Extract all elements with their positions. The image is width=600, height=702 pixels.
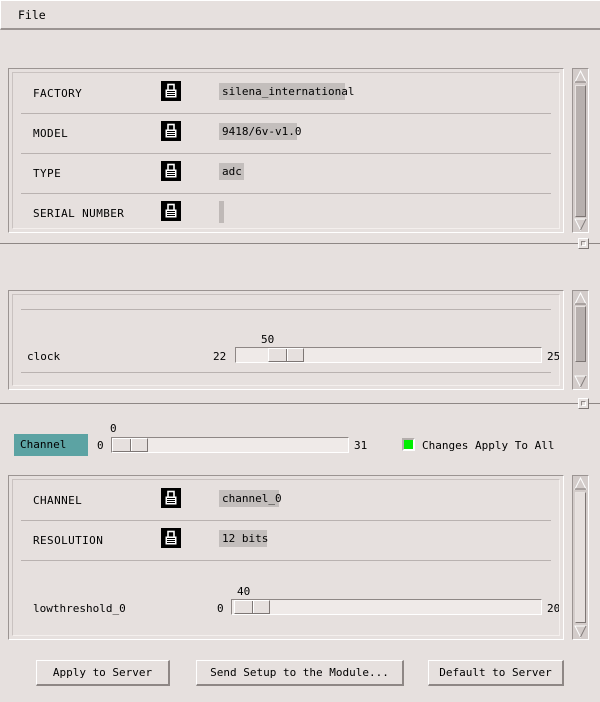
property-label-model: MODEL: [33, 127, 69, 140]
slider-thumb-grip: [286, 349, 288, 361]
lock-icon[interactable]: [161, 528, 181, 548]
property-row-serial-number: SERIAL NUMBER: [21, 193, 551, 228]
channel-detail-panel-inner: CHANNEL channel_0 RESOLUTION 12 bits low…: [12, 479, 560, 636]
scroll-down-arrow[interactable]: [574, 218, 587, 232]
lock-icon[interactable]: [161, 121, 181, 141]
channel-slider-max: 31: [354, 439, 368, 452]
clock-slider-min: 22: [213, 350, 227, 363]
lowthreshold-0-slider-label: lowthreshold_0: [33, 602, 126, 615]
clock-slider-thumb[interactable]: [268, 348, 304, 362]
pane-sash-line: [0, 403, 600, 404]
lowthreshold-0-slider-value: 40: [237, 585, 251, 598]
clock-slider-label: clock: [27, 350, 61, 363]
clock-slider-value: 50: [261, 333, 275, 346]
property-row-factory: FACTORY silena_international: [21, 73, 551, 113]
lock-icon[interactable]: [161, 161, 181, 181]
clock-slider-trough[interactable]: [235, 347, 542, 363]
module-info-scrollbar[interactable]: [572, 68, 589, 233]
scroll-up-arrow[interactable]: [574, 69, 587, 83]
property-value-factory[interactable]: silena_international: [219, 83, 354, 100]
scroll-up-arrow[interactable]: [574, 291, 587, 305]
channel-slider-trough[interactable]: [111, 437, 349, 453]
lock-icon[interactable]: [161, 201, 181, 221]
menu-bar: File: [0, 0, 600, 30]
lowthreshold-0-slider-trough[interactable]: [231, 599, 542, 615]
module-info-panel: FACTORY silena_international MODEL 9418/…: [8, 68, 564, 233]
property-value-type[interactable]: adc: [219, 163, 244, 180]
property-value-model[interactable]: 9418/6v-v1.0: [219, 123, 301, 140]
property-row-lowthreshold-0: lowthreshold_0 40 0 2047: [21, 560, 559, 630]
channel-slider-thumb[interactable]: [112, 438, 148, 452]
slider-thumb-grip: [252, 601, 254, 613]
scroll-down-arrow[interactable]: [574, 375, 587, 389]
pane-sash-grip[interactable]: [578, 238, 589, 249]
scroll-up-arrow[interactable]: [574, 476, 587, 490]
scrollbar-thumb[interactable]: [575, 492, 586, 623]
property-row-channel: CHANNEL channel_0: [21, 480, 551, 520]
channel-slider-min: 0: [97, 439, 104, 452]
module-info-panel-inner: FACTORY silena_international MODEL 9418/…: [12, 72, 560, 229]
scrollbar-thumb[interactable]: [575, 85, 586, 217]
property-value-resolution[interactable]: 12 bits: [219, 530, 268, 547]
row-divider: [21, 113, 551, 114]
row-divider: [21, 372, 551, 373]
channel-detail-panel: CHANNEL channel_0 RESOLUTION 12 bits low…: [8, 475, 564, 640]
property-label-factory: FACTORY: [33, 87, 83, 100]
clock-scrollbar[interactable]: [572, 290, 589, 390]
clock-panel-inner: clock 50 22 255: [12, 294, 560, 386]
property-label-type: TYPE: [33, 167, 62, 180]
pane-sash-grip[interactable]: [578, 398, 589, 409]
lowthreshold-0-slider-min: 0: [217, 602, 224, 615]
apply-to-server-button[interactable]: Apply to Server: [36, 660, 170, 686]
channel-selector-bar: Channel 0 0 31 Changes Apply To All: [0, 412, 600, 460]
send-setup-to-module-button[interactable]: Send Setup to the Module...: [196, 660, 404, 686]
channel-slider-value: 0: [110, 422, 117, 435]
property-label-serial-number: SERIAL NUMBER: [33, 207, 125, 220]
row-divider: [21, 153, 551, 154]
clock-panel: clock 50 22 255: [8, 290, 564, 390]
property-value-channel[interactable]: channel_0: [219, 490, 282, 507]
menu-file[interactable]: File: [9, 6, 55, 25]
property-row-type: TYPE adc: [21, 153, 551, 193]
changes-apply-to-all-label: Changes Apply To All: [422, 439, 555, 452]
property-value-serial-number[interactable]: [219, 201, 224, 223]
pane-sash-line: [0, 243, 600, 244]
channel-tag-label[interactable]: Channel: [14, 434, 88, 456]
property-label-channel: CHANNEL: [33, 494, 83, 507]
lock-icon[interactable]: [161, 81, 181, 101]
scrollbar-thumb[interactable]: [575, 306, 586, 362]
property-row-model: MODEL 9418/6v-v1.0: [21, 113, 551, 153]
clock-slider-max: 255: [547, 350, 560, 363]
channel-detail-scrollbar[interactable]: [572, 475, 589, 640]
property-label-resolution: RESOLUTION: [33, 534, 104, 547]
changes-apply-to-all-checkbox[interactable]: [402, 438, 415, 451]
slider-thumb-grip: [130, 439, 132, 451]
scroll-down-arrow[interactable]: [574, 625, 587, 639]
property-row-resolution: RESOLUTION 12 bits: [21, 520, 551, 560]
lowthreshold-0-slider[interactable]: lowthreshold_0 40 0 2047: [21, 560, 559, 630]
lowthreshold-0-slider-max: 2047: [547, 602, 560, 615]
lowthreshold-0-slider-thumb[interactable]: [234, 600, 270, 614]
lock-icon[interactable]: [161, 488, 181, 508]
default-to-server-button[interactable]: Default to Server: [428, 660, 564, 686]
row-divider: [21, 520, 551, 521]
row-divider: [21, 193, 551, 194]
